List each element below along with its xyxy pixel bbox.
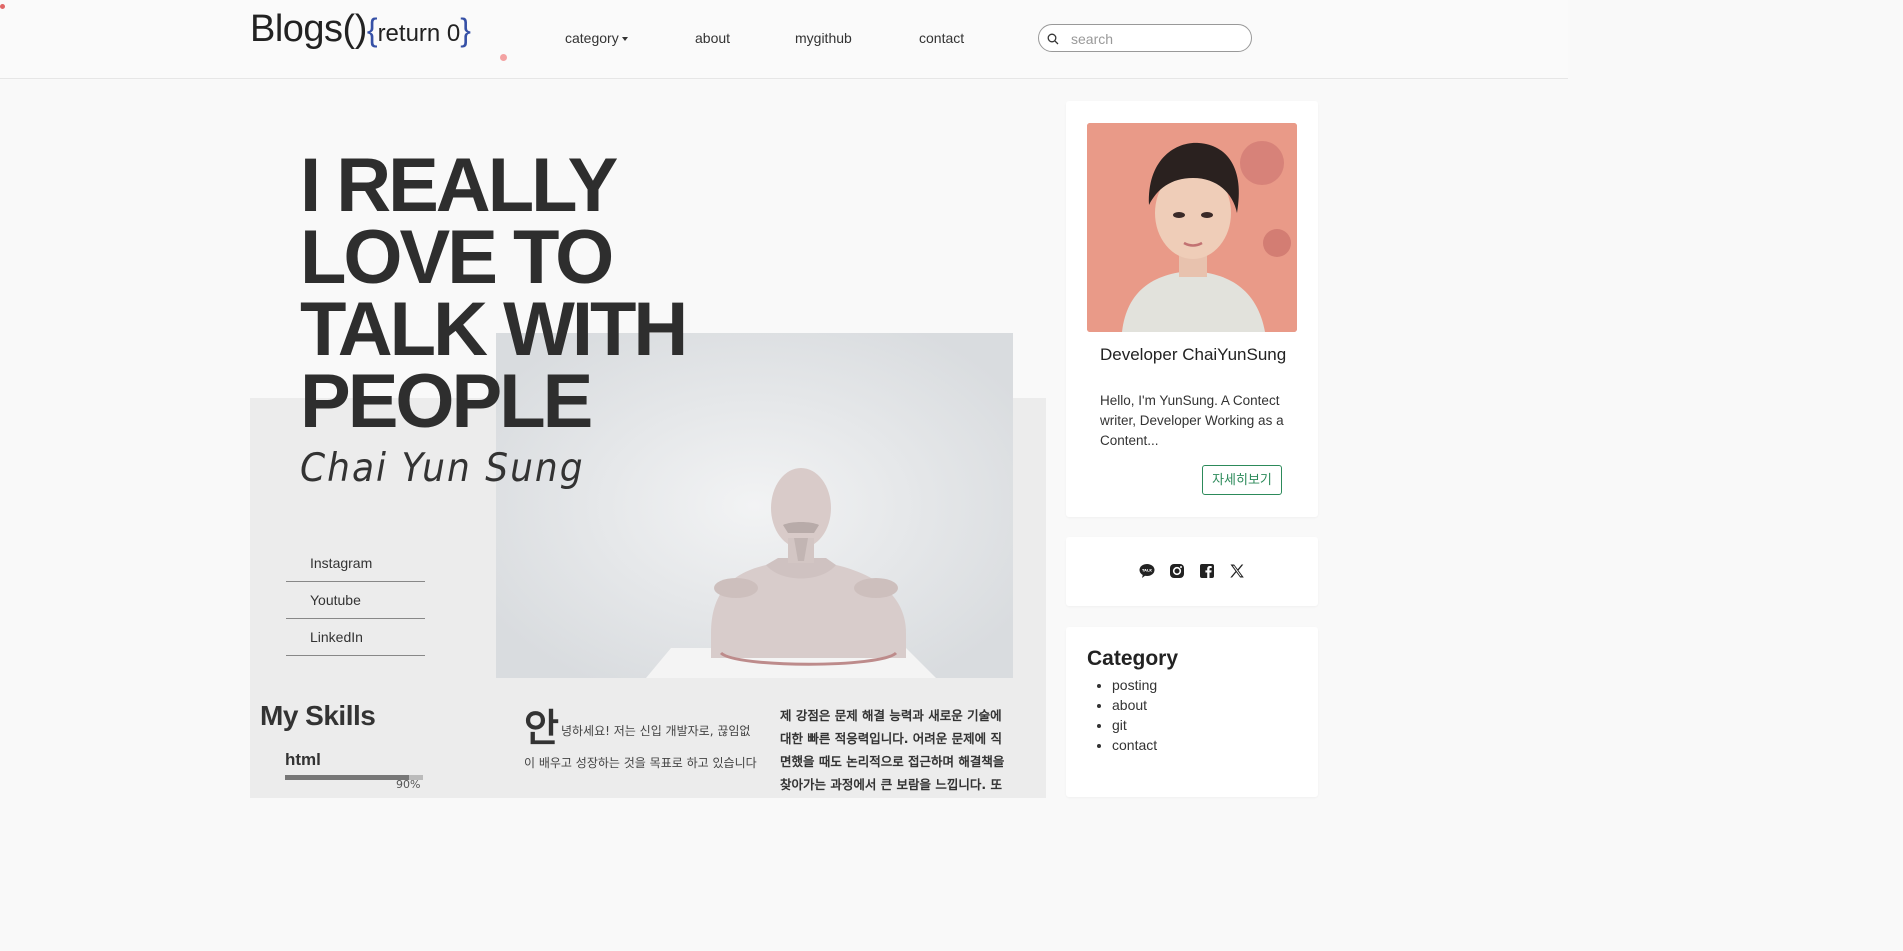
category-title: Category [1087,647,1179,670]
category-item-git[interactable]: git [1112,715,1157,735]
headline-line: TALK WITH [300,287,688,372]
caret-down-icon [621,37,628,42]
strength-paragraph: 제 강점은 문제 해결 능력과 새로운 기술에 대한 빠른 적응력입니다. 어려… [780,708,1005,792]
social-icons-card: TALK [1066,537,1318,606]
social-icons-row: TALK [1066,563,1318,579]
link-linkedin[interactable]: LinkedIn [286,619,425,656]
nav-category-label: category [565,30,619,46]
category-item-posting[interactable]: posting [1112,675,1157,695]
skill-progress-fill [285,775,410,780]
category-card: Category posting about git contact [1066,627,1318,797]
skill-name: html [285,750,321,769]
profile-avatar [1087,123,1297,332]
category-item-about[interactable]: about [1112,695,1157,715]
logo-open-brace: { [366,12,378,48]
x-icon[interactable] [1229,563,1245,579]
site-logo[interactable]: Blogs() { return 0 } [250,8,471,51]
intro-paragraph: 안 녕하세요! 저는 신입 개발자로, 끊임없이 배우고 성장하는 것을 목표로 … [524,709,760,779]
nav-link-contact[interactable]: contact [919,30,964,46]
nav-link-mygithub[interactable]: mygithub [795,30,852,46]
profile-name: Developer ChaiYunSung [1100,345,1287,364]
avatar-portrait [1087,123,1297,332]
headline-line: PEOPLE [300,359,593,444]
search-input[interactable] [1069,29,1243,49]
category-item-contact[interactable]: contact [1112,735,1157,755]
decorative-dot [500,54,507,61]
logo-return-text: return 0 [377,20,461,47]
headline-line: I REALLY [300,143,618,228]
headline-line: LOVE TO [300,215,614,300]
kakaotalk-icon[interactable]: TALK [1139,563,1155,579]
top-navbar: Blogs() { return 0 } category about mygi… [0,0,1568,79]
instagram-icon[interactable] [1169,563,1185,579]
nav-category-dropdown[interactable]: category [565,30,628,46]
hero-headline: I REALLY LOVE TO TALK WITH PEOPLE [300,143,688,444]
search-icon [1047,33,1059,45]
logo-main-text: Blogs() [250,8,367,50]
read-more-button[interactable]: 자세히보기 [1202,465,1282,495]
link-youtube[interactable]: Youtube [286,582,425,619]
facebook-icon[interactable] [1199,563,1215,579]
profile-card: Developer ChaiYunSung Hello, I'm YunSung… [1066,101,1318,517]
link-instagram[interactable]: Instagram [286,545,425,582]
skill-percent: 90% [396,778,421,791]
skills-title: My Skills [260,700,376,731]
social-links-list: Instagram Youtube LinkedIn [286,545,425,656]
decorative-dot [0,4,5,9]
category-list: posting about git contact [1092,675,1157,755]
svg-text:TALK: TALK [1142,569,1152,573]
search-box[interactable] [1038,24,1252,52]
nav-link-about[interactable]: about [695,30,730,46]
author-signature: Chai Yun Sung [300,445,585,492]
intro-drop-cap: 안 [524,706,559,750]
logo-close-brace: } [460,12,471,48]
profile-description: Hello, I'm YunSung. A Contect writer, De… [1100,393,1284,448]
